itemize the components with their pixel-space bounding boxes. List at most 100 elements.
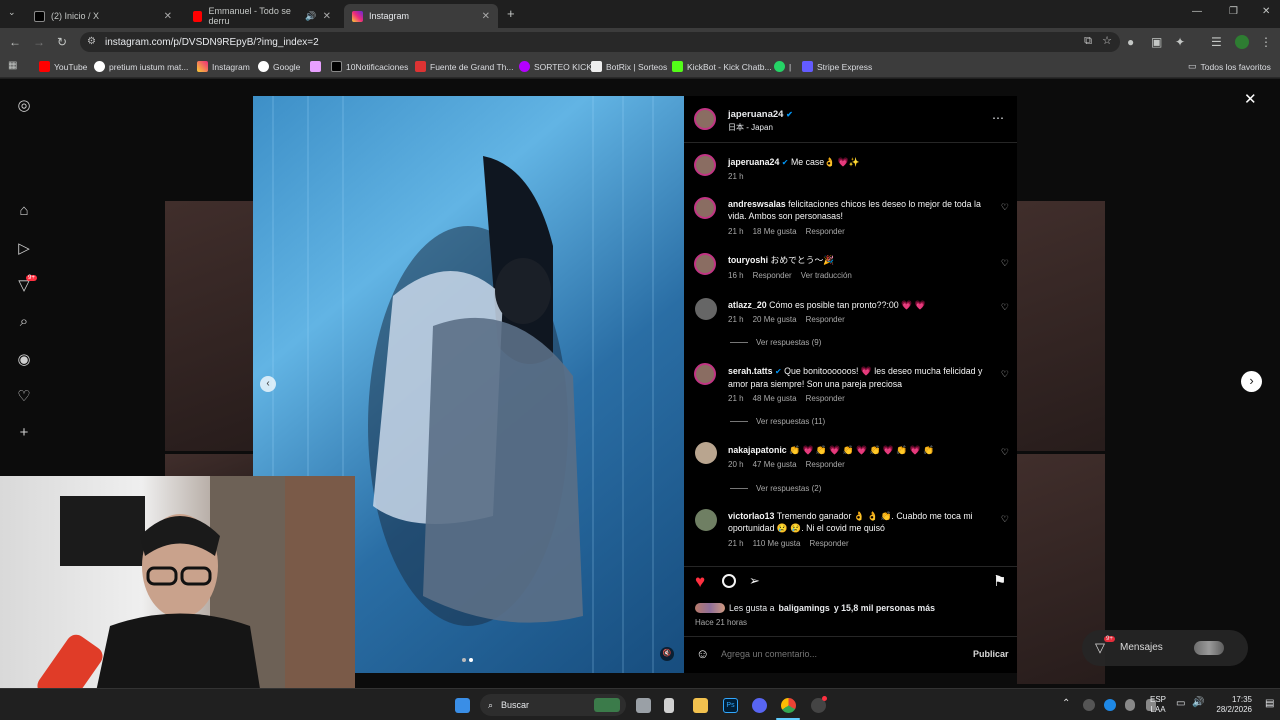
language-indicator[interactable]: ESP LAA xyxy=(1150,695,1166,715)
next-post-icon[interactable]: › xyxy=(1241,371,1262,392)
photoshop-icon[interactable]: Ps xyxy=(723,698,738,713)
bookmark-notificaciones[interactable]: 10Notificaciones xyxy=(331,61,408,72)
minimize-icon[interactable]: — xyxy=(1192,6,1202,17)
discord-icon[interactable] xyxy=(752,698,767,713)
file-icon[interactable] xyxy=(664,698,674,713)
tray-icon[interactable] xyxy=(1083,699,1095,711)
maximize-icon[interactable]: ❐ xyxy=(1229,6,1238,17)
comment-likes[interactable]: 110 Me gusta xyxy=(753,539,801,548)
reels-icon[interactable]: ▷ xyxy=(15,239,33,257)
speaker-icon[interactable]: 🔊 xyxy=(1192,697,1204,708)
caption-username[interactable]: japeruana24 xyxy=(728,157,779,167)
comment-icon[interactable] xyxy=(722,574,736,588)
view-replies[interactable]: Ver respuestas (11) xyxy=(730,417,825,426)
post-username[interactable]: japeruana24 ✔ xyxy=(728,109,793,120)
comment-username[interactable]: victorlao13 xyxy=(728,511,774,521)
bookmark-gta[interactable]: Fuente de Grand Th... xyxy=(415,61,513,72)
emoji-icon[interactable]: ☺ xyxy=(696,646,709,661)
new-tab-icon[interactable]: + xyxy=(507,6,515,21)
reply-link[interactable]: Responder xyxy=(806,460,845,469)
tab-search-icon[interactable]: ⌄ xyxy=(8,7,16,18)
bookmark-pretium[interactable]: pretium iustum mat... xyxy=(94,61,188,72)
bookmark-star-icon[interactable]: ☆ xyxy=(1102,34,1112,47)
save-icon[interactable]: ⚑ xyxy=(993,572,1006,590)
post-location[interactable]: 日本 - Japan xyxy=(728,122,773,133)
reply-link[interactable]: Responder xyxy=(753,271,792,280)
close-modal-icon[interactable]: ✕ xyxy=(1244,90,1257,108)
task-view-icon[interactable] xyxy=(636,698,651,713)
comment-username[interactable]: andreswsalas xyxy=(728,199,786,209)
bookmark-botrix[interactable]: BotRix | Sorteos xyxy=(591,61,667,72)
liked-heart-icon[interactable]: ♥ xyxy=(695,572,705,592)
bookmark-youtube[interactable]: YouTube xyxy=(39,61,87,72)
tab-instagram[interactable]: Instagram ✕ xyxy=(344,4,498,28)
back-icon[interactable]: ← xyxy=(9,35,21,49)
comment-likes[interactable]: 47 Me gusta xyxy=(753,460,797,469)
reply-link[interactable]: Responder xyxy=(806,394,845,403)
chrome-icon[interactable] xyxy=(781,698,796,713)
mute-icon[interactable]: 🔇 xyxy=(660,647,674,661)
bookmark-whatsapp[interactable]: | xyxy=(774,61,791,72)
file-explorer-icon[interactable] xyxy=(693,698,708,713)
comment-likes[interactable]: 20 Me gusta xyxy=(753,315,797,324)
bookmark-kickbot[interactable]: KickBot - Kick Chatb... xyxy=(672,61,772,72)
like-comment-icon[interactable]: ♡ xyxy=(1001,447,1009,458)
profile-avatar[interactable] xyxy=(1235,35,1249,49)
prev-image-icon[interactable]: ‹ xyxy=(260,376,276,392)
tab-x[interactable]: (2) Inicio / X ✕ xyxy=(26,4,180,28)
address-bar[interactable]: ⚙ instagram.com/p/DVSDN9REpyB/?img_index… xyxy=(80,32,1120,52)
translate-link[interactable]: Ver traducción xyxy=(801,271,852,280)
explore-icon[interactable]: ◉ xyxy=(15,350,33,368)
like-comment-icon[interactable]: ♡ xyxy=(1001,302,1009,313)
menu-dots-icon[interactable]: ⋮ xyxy=(1260,35,1272,49)
avatar[interactable] xyxy=(694,363,716,385)
reload-icon[interactable]: ↻ xyxy=(57,35,67,49)
bookmark-google[interactable]: Google xyxy=(258,61,300,72)
home-icon[interactable]: ⌂ xyxy=(15,202,33,220)
heart-icon[interactable]: ♡ xyxy=(15,387,33,405)
clock[interactable]: 17:35 28/2/2026 xyxy=(1212,695,1252,715)
reply-link[interactable]: Responder xyxy=(806,227,845,236)
extension-icon[interactable]: ● xyxy=(1127,35,1134,49)
comment-input[interactable] xyxy=(721,647,961,661)
reply-link[interactable]: Responder xyxy=(809,539,848,548)
instagram-logo-icon[interactable]: ◎ xyxy=(15,96,33,114)
avatar[interactable] xyxy=(695,509,717,531)
notifications-icon[interactable]: ▤ xyxy=(1265,698,1274,709)
tray-icon-edge[interactable] xyxy=(1104,699,1116,711)
like-comment-icon[interactable]: ♡ xyxy=(1001,369,1009,380)
avatar[interactable] xyxy=(695,442,717,464)
avatar[interactable] xyxy=(694,108,716,130)
bookmark-kick[interactable] xyxy=(310,61,321,72)
bookmark-instagram[interactable]: Instagram xyxy=(197,61,250,72)
share-icon[interactable]: ➢ xyxy=(749,573,760,589)
bookmark-sorteo-kick[interactable]: SORTEO KICK xyxy=(519,61,592,72)
chevron-up-icon[interactable]: ⌃ xyxy=(1062,698,1070,709)
install-icon[interactable]: ⧉ xyxy=(1084,35,1092,48)
taskbar-search[interactable]: ⌕ Buscar xyxy=(480,694,626,716)
microphone-icon[interactable] xyxy=(1125,699,1135,711)
reply-link[interactable]: Responder xyxy=(806,315,845,324)
avatar[interactable] xyxy=(694,253,716,275)
like-comment-icon[interactable]: ♡ xyxy=(1001,514,1009,525)
media-icon[interactable]: ☰ xyxy=(1211,35,1222,49)
like-comment-icon[interactable]: ♡ xyxy=(1001,202,1009,213)
comment-likes[interactable]: 18 Me gusta xyxy=(753,227,797,236)
tab-youtube[interactable]: Emmanuel - Todo se derru 🔊 ✕ xyxy=(185,4,339,28)
close-icon[interactable]: ✕ xyxy=(482,11,490,22)
windows-start-icon[interactable] xyxy=(455,698,470,713)
avatar[interactable] xyxy=(694,197,716,219)
messages-pill[interactable]: ▽ 9+ Mensajes xyxy=(1082,630,1248,666)
network-icon[interactable]: ▭ xyxy=(1176,698,1185,709)
bookmark-all-favorites[interactable]: ▭ Todos los favoritos xyxy=(1188,61,1271,72)
forward-icon[interactable]: → xyxy=(33,35,45,49)
comment-likes[interactable]: 48 Me gusta xyxy=(753,394,797,403)
comment-username[interactable]: serah.tatts xyxy=(728,366,773,376)
bookmark-stripe[interactable]: Stripe Express xyxy=(802,61,872,72)
likes-user[interactable]: baligamings xyxy=(778,603,829,613)
avatar[interactable] xyxy=(695,298,717,320)
create-icon[interactable]: + xyxy=(15,424,33,442)
search-icon[interactable]: ⌕ xyxy=(15,313,33,331)
extension-icon-2[interactable]: ▣ xyxy=(1151,35,1162,49)
puzzle-icon[interactable]: ✦ xyxy=(1175,35,1185,49)
